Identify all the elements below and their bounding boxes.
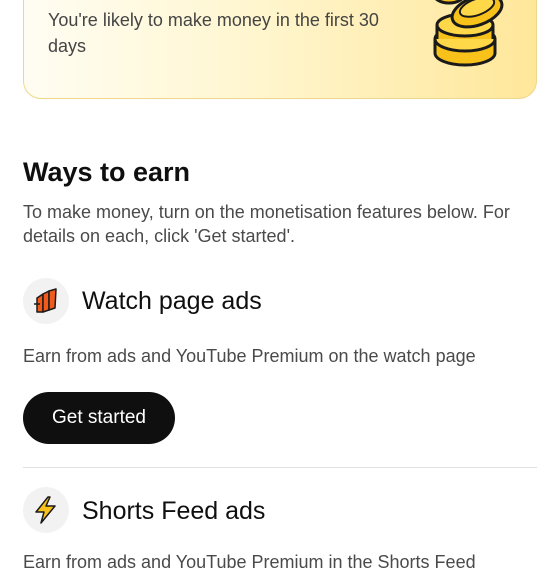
shorts-feed-ads-title: Shorts Feed ads: [82, 497, 266, 525]
lightning-bolt-icon: [23, 487, 69, 533]
ways-to-earn-description: To make money, turn on the monetisation …: [23, 202, 510, 246]
watch-page-ads-icon: [23, 278, 69, 324]
shorts-feed-ads-description: Earn from ads and YouTube Premium in the…: [23, 552, 476, 572]
promo-text: You're likely to make money in the first…: [48, 10, 379, 56]
watch-page-ads-description: Earn from ads and YouTube Premium on the…: [23, 346, 476, 366]
promo-card: You're likely to make money in the first…: [23, 0, 537, 99]
divider: [23, 467, 537, 468]
coins-illustration: [433, 0, 504, 67]
watch-page-ads-title: Watch page ads: [82, 287, 262, 315]
ways-to-earn-heading: Ways to earn: [23, 157, 191, 187]
get-started-button[interactable]: Get started: [23, 392, 175, 444]
